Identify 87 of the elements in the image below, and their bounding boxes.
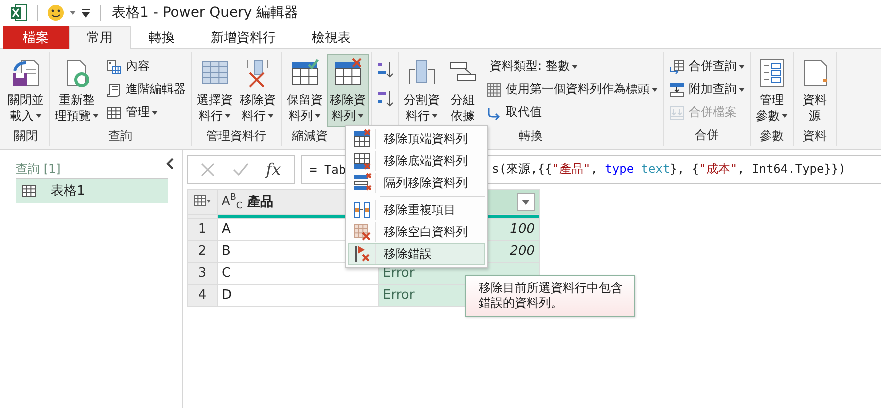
- caret-icon: [315, 114, 321, 118]
- ribbon-button[interactable]: 移除資 料行: [237, 54, 279, 127]
- ribbon-tab[interactable]: 檢視表: [294, 26, 369, 49]
- tooltip: 移除目前所選資料行中包含錯誤的資料列。: [465, 275, 635, 317]
- caret-icon: [225, 114, 231, 118]
- merge-table-icon: [669, 58, 685, 74]
- row-number: 2: [188, 240, 218, 262]
- duplicate-remove-icon: [352, 200, 372, 220]
- close-icon: [200, 162, 216, 178]
- sort-descending-icon: [377, 88, 393, 108]
- ribbon-button[interactable]: 資料 源: [796, 54, 834, 127]
- table-remove-icon: [352, 151, 372, 171]
- table-cell: D: [218, 284, 378, 306]
- table-remove-icon: [352, 222, 372, 242]
- ribbon-button[interactable]: 合併查詢: [666, 56, 748, 77]
- ribbon-button[interactable]: 選擇資 料行: [194, 54, 236, 127]
- caret-icon: [739, 88, 745, 92]
- property-sheet-icon: [106, 58, 122, 74]
- caret-icon: [652, 88, 658, 92]
- row-number: 4: [188, 284, 218, 306]
- menu-item[interactable]: 移除頂端資料列: [348, 128, 485, 150]
- check-icon: [232, 162, 250, 178]
- smiley-icon: [47, 4, 65, 22]
- sort-ascending-icon: [377, 60, 393, 80]
- collapse-button[interactable]: [164, 156, 176, 172]
- caret-icon: [572, 64, 578, 68]
- combine-files-icon: [669, 104, 685, 120]
- group-label: 查詢: [108, 128, 132, 145]
- file-tab[interactable]: 檔案: [3, 26, 69, 49]
- caret-icon: [432, 114, 438, 118]
- ribbon-button[interactable]: 附加查詢: [666, 79, 748, 100]
- query-item[interactable]: 表格1: [16, 179, 168, 203]
- customize-toolbar-icon: [81, 8, 91, 18]
- formula-text: = Tab: [310, 162, 346, 176]
- table-icon: [106, 104, 122, 120]
- caret-icon: [93, 114, 99, 118]
- caret-icon: [69, 10, 77, 16]
- formula-text: s(來源,{{"產品", type text}, {"成本", Int64.Type}}): [492, 161, 846, 178]
- group-label: 關閉: [14, 128, 38, 145]
- scroll-icon: [106, 82, 122, 98]
- caret-icon: [152, 110, 158, 114]
- row-number: 3: [188, 262, 218, 284]
- panel-header: 查詢 [1]: [16, 160, 61, 178]
- menu-item[interactable]: 隔列移除資料列: [348, 172, 485, 194]
- row-number: 1: [188, 218, 218, 240]
- caret-icon: [358, 114, 364, 118]
- ribbon-button[interactable]: 重新整 理預覽: [52, 54, 102, 127]
- ribbon-button[interactable]: 關閉並 載入: [5, 54, 47, 127]
- table-icon: [21, 183, 37, 199]
- group-label: 合併: [695, 126, 719, 144]
- append-table-icon: [669, 82, 685, 98]
- ribbon-button[interactable]: 內容: [103, 56, 189, 77]
- menu-item[interactable]: 移除錯誤: [348, 243, 485, 265]
- caret-icon: [36, 114, 42, 118]
- ribbon-button[interactable]: 取代值: [483, 102, 661, 123]
- ribbon-tab[interactable]: 新增資料行: [193, 26, 294, 49]
- group-label: 縮減資: [292, 128, 328, 145]
- caret-icon: [739, 64, 745, 68]
- filter-dropdown-button[interactable]: [517, 193, 535, 211]
- group-label: 資料: [803, 128, 827, 145]
- ribbon-button[interactable]: 資料類型: 整數: [483, 56, 661, 77]
- flag-remove-icon: [352, 244, 372, 264]
- function-button[interactable]: fx: [260, 158, 287, 180]
- menu-item[interactable]: 移除重複項目: [348, 199, 485, 221]
- caret-icon: [782, 114, 788, 118]
- group-label: 參數: [760, 128, 784, 145]
- group-label: 轉換: [519, 128, 543, 145]
- table-grid-icon: [486, 82, 502, 98]
- table-menu-icon[interactable]: [192, 193, 214, 209]
- ribbon-button[interactable]: 移除資 料列: [327, 54, 369, 127]
- column-name: 產品: [248, 194, 274, 211]
- ribbon-button[interactable]: 管理: [103, 102, 189, 123]
- group-label: 管理資料行: [206, 128, 266, 145]
- ribbon-tab[interactable]: 常用: [69, 26, 131, 49]
- window-title: 表格1 - Power Query 編輯器: [112, 4, 299, 22]
- document-disk-icon: [10, 57, 42, 89]
- ribbon-tab[interactable]: 轉換: [131, 26, 193, 49]
- caret-icon: [268, 114, 274, 118]
- caret-icon: [522, 200, 530, 204]
- ribbon-button[interactable]: 使用第一個資料列作為標頭: [483, 79, 661, 100]
- row-remove-icon: [352, 173, 372, 193]
- ribbon-button[interactable]: 保留資 料列: [284, 54, 326, 127]
- ribbon-button[interactable]: 管理 參數: [753, 54, 791, 127]
- spreadsheet-app-icon: [10, 4, 28, 22]
- ribbon-button[interactable]: 分組 依據: [444, 54, 482, 127]
- table-remove-icon: [352, 129, 372, 149]
- ribbon-button[interactable]: 進階編輯器: [103, 79, 189, 100]
